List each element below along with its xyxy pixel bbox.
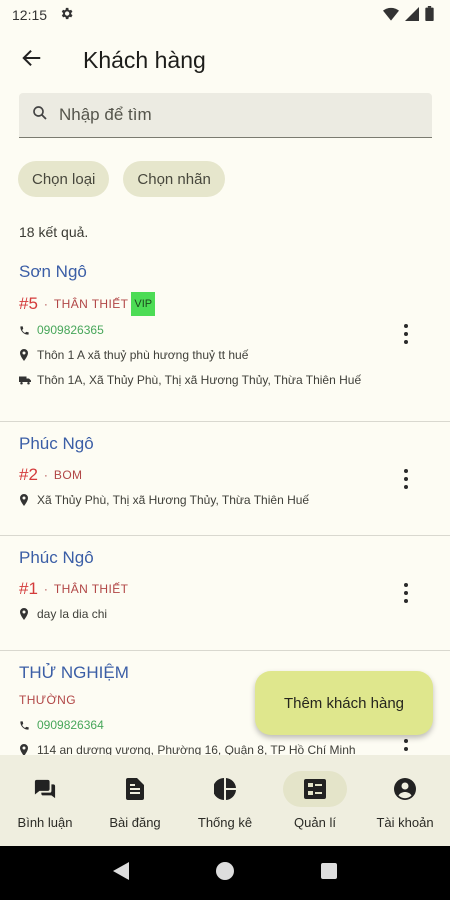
nav-label: Bình luận [17,815,73,830]
location-pin-icon [19,347,37,366]
vip-badge: VIP [131,292,156,316]
results-count: 18 kết quả. [19,224,89,240]
customer-number: #5 [19,294,38,313]
customer-phone[interactable]: 0909826364 [37,717,104,734]
customer-name: Sơn Ngô [19,262,87,281]
signal-icon [405,6,419,24]
post-icon [103,771,167,807]
nav-label: Thống kê [197,815,253,830]
back-button[interactable] [8,36,56,84]
delivery-truck-icon [19,372,37,391]
separator-dot: · [43,468,48,482]
customer-name: Phúc Ngô [19,548,94,567]
customer-address: Thôn 1 A xã thuỷ phù hương thuỷ tt huế [37,348,249,362]
wifi-icon [383,7,399,24]
customer-address: 114 an dương vương, Phường 16, Quận 8, T… [37,743,356,755]
nav-item-statistics[interactable]: Thống kê [180,755,270,846]
customer-delivery-address: Thôn 1A, Xã Thủy Phù, Thị xã Hương Thủy,… [37,373,362,387]
customer-card[interactable]: Phúc Ngô #2 · BOM Xã Thủy Phù, Thị xã Hư… [0,422,450,536]
location-pin-icon [19,492,37,511]
nav-label: Bài đăng [109,815,161,830]
nav-item-comments[interactable]: Bình luận [0,755,90,846]
customer-card[interactable]: Phúc Ngô #1 · THÂN THIẾT day la dia chi [0,536,450,651]
manage-icon [283,771,347,807]
page-title: Khách hàng [83,46,206,73]
customer-address: day la dia chi [37,607,108,621]
customer-number: #2 [19,465,38,484]
nav-label: Quản lí [294,815,336,830]
customer-number: #1 [19,579,38,598]
customer-card[interactable]: Sơn Ngô #5 · THÂN THIẾT VIP 0909826365 T… [0,250,450,422]
customer-address: Xã Thủy Phù, Thị xã Hương Thủy, Thừa Thi… [37,493,310,507]
system-recents-icon[interactable] [320,862,337,884]
status-bar: 12:15 [0,0,450,30]
customer-name: Phúc Ngô [19,434,94,453]
customer-type: THÂN THIẾT [53,582,129,596]
location-pin-icon [19,742,37,755]
nav-item-account[interactable]: Tài khoản [360,755,450,846]
customer-type: BOM [53,468,83,482]
customer-type: THƯỜNG [19,693,76,707]
more-options-button[interactable] [398,322,414,346]
top-app-bar: Khách hàng [0,30,450,90]
customer-type: THÂN THIẾT [53,297,129,311]
search-icon [31,104,49,127]
phone-icon [19,717,37,736]
search-field[interactable] [19,93,432,138]
add-customer-button[interactable]: Thêm khách hàng [255,671,433,735]
filter-type-chip[interactable]: Chọn loại [18,161,110,197]
battery-icon [425,6,434,24]
nav-item-posts[interactable]: Bài đăng [90,755,180,846]
account-icon [373,771,437,807]
customer-phone[interactable]: 0909826365 [37,322,104,339]
filter-label-chip[interactable]: Chọn nhãn [123,161,225,197]
status-time: 12:15 [12,7,48,23]
system-back-icon[interactable] [113,861,130,885]
search-input[interactable] [59,105,399,125]
separator-dot: · [43,582,48,596]
settings-icon [59,6,74,24]
more-options-button[interactable] [398,581,414,605]
location-pin-icon [19,606,37,625]
separator-dot: · [43,297,48,311]
more-options-button[interactable] [398,467,414,491]
nav-item-manage[interactable]: Quản lí [270,755,360,846]
chart-pie-icon [193,771,257,807]
system-home-icon[interactable] [215,861,234,885]
arrow-back-icon [21,47,43,74]
nav-label: Tài khoản [376,815,434,830]
phone-icon [19,322,37,341]
system-navigation-bar [0,846,450,900]
filter-chips: Chọn loại Chọn nhãn [18,161,225,197]
bottom-navigation: Bình luận Bài đăng Thống kê Quản lí Tài … [0,755,450,846]
comments-icon [13,771,77,807]
